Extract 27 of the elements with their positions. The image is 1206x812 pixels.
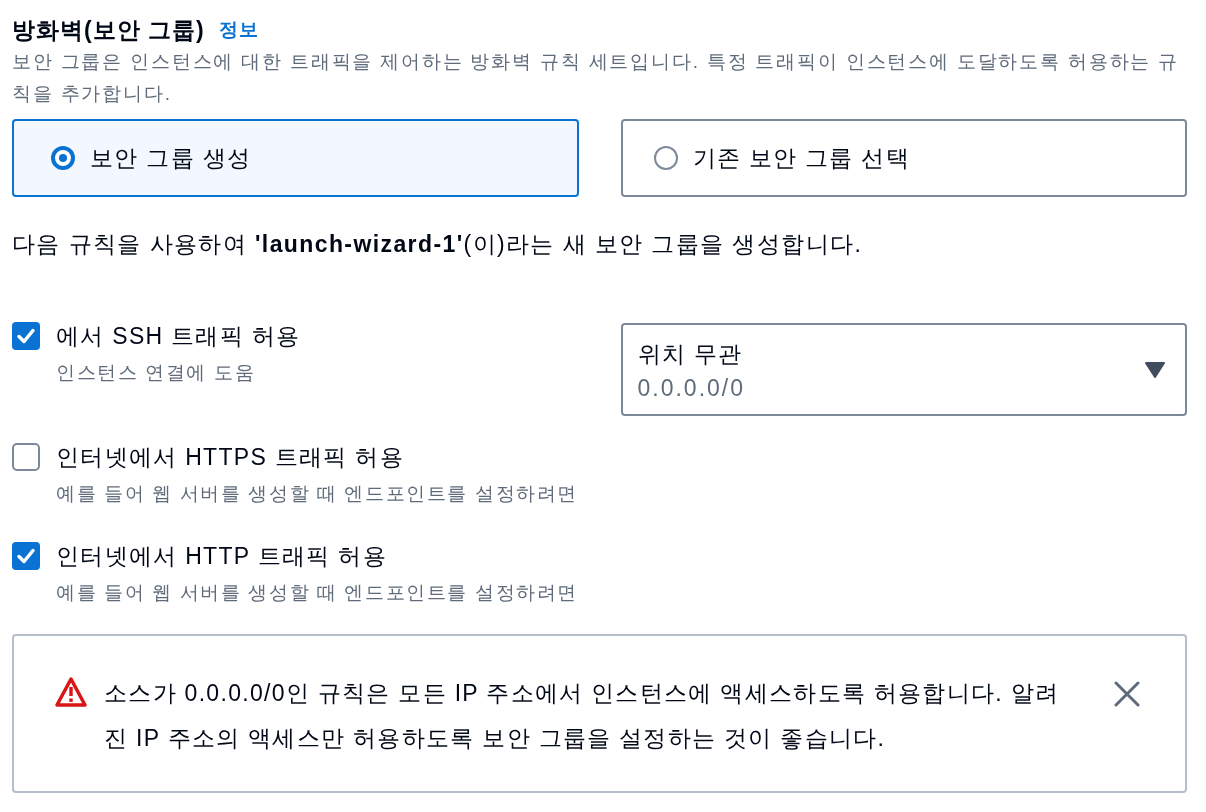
checkbox-hint: 예를 들어 웹 서버를 생성할 때 엔드포인트를 설정하려면 — [56, 482, 578, 506]
warning-icon — [55, 677, 87, 707]
checkbox-checked-icon[interactable] — [12, 322, 40, 350]
radio-icon[interactable] — [653, 146, 678, 170]
checkbox-label: 인터넷에서 HTTP 트래픽 허용 — [56, 542, 388, 571]
checkbox-icon[interactable] — [12, 443, 40, 471]
caret-down-icon — [1145, 361, 1165, 378]
checkbox-hint: 예를 들어 웹 서버를 생성할 때 엔드포인트를 설정하려면 — [56, 581, 578, 605]
radio-selected-icon[interactable] — [51, 146, 75, 170]
info-link[interactable]: 정보 — [218, 14, 259, 46]
alert-message: 소스가 0.0.0.0/0인 규칙은 모든 IP 주소에서 인스턴스에 액세스하도록 허용합니다. 알려진 IP 주소의 액세스만 허용하도록 보안 그룹을 설정하는 것이 좋습니다. — [104, 679, 1061, 753]
source-select[interactable]: 위치 무관 0.0.0.0/0 — [620, 323, 1187, 416]
radio-label: 보안 그룹 생성 — [90, 144, 252, 173]
section-description: 보안 그룹은 인스턴스에 대한 트래픽을 제어하는 방화벽 규칙 세트입니다. 특정 트래픽이 인스턴스에 도달하도록 허용하는 규칙을 추가합니다. — [12, 50, 1180, 106]
select-detail: 0.0.0.0/0 — [637, 373, 746, 402]
close-icon — [1114, 681, 1140, 707]
summary-text: 다음 규칙을 사용하여 'launch-wizard-1'(이)라는 새 보안 그룹을 생성합니다. — [12, 230, 864, 259]
checkbox-hint: 인스턴스 연결에 도움 — [56, 361, 257, 385]
checkbox-label: 인터넷에서 HTTPS 트래픽 허용 — [56, 443, 405, 472]
checkbox-label: 에서 SSH 트래픽 허용 — [56, 322, 301, 351]
close-button[interactable] — [1113, 680, 1141, 708]
radio-label: 기존 보안 그룹 선택 — [692, 144, 910, 173]
radio-option-card[interactable]: 보안 그룹 생성 — [12, 119, 579, 197]
select-value: 위치 무관 — [637, 339, 744, 369]
checkbox-checked-icon[interactable] — [12, 542, 40, 570]
section-title: 방화벽(보안 그룹) — [12, 16, 205, 45]
radio-option-card[interactable]: 기존 보안 그룹 선택 — [620, 119, 1187, 197]
